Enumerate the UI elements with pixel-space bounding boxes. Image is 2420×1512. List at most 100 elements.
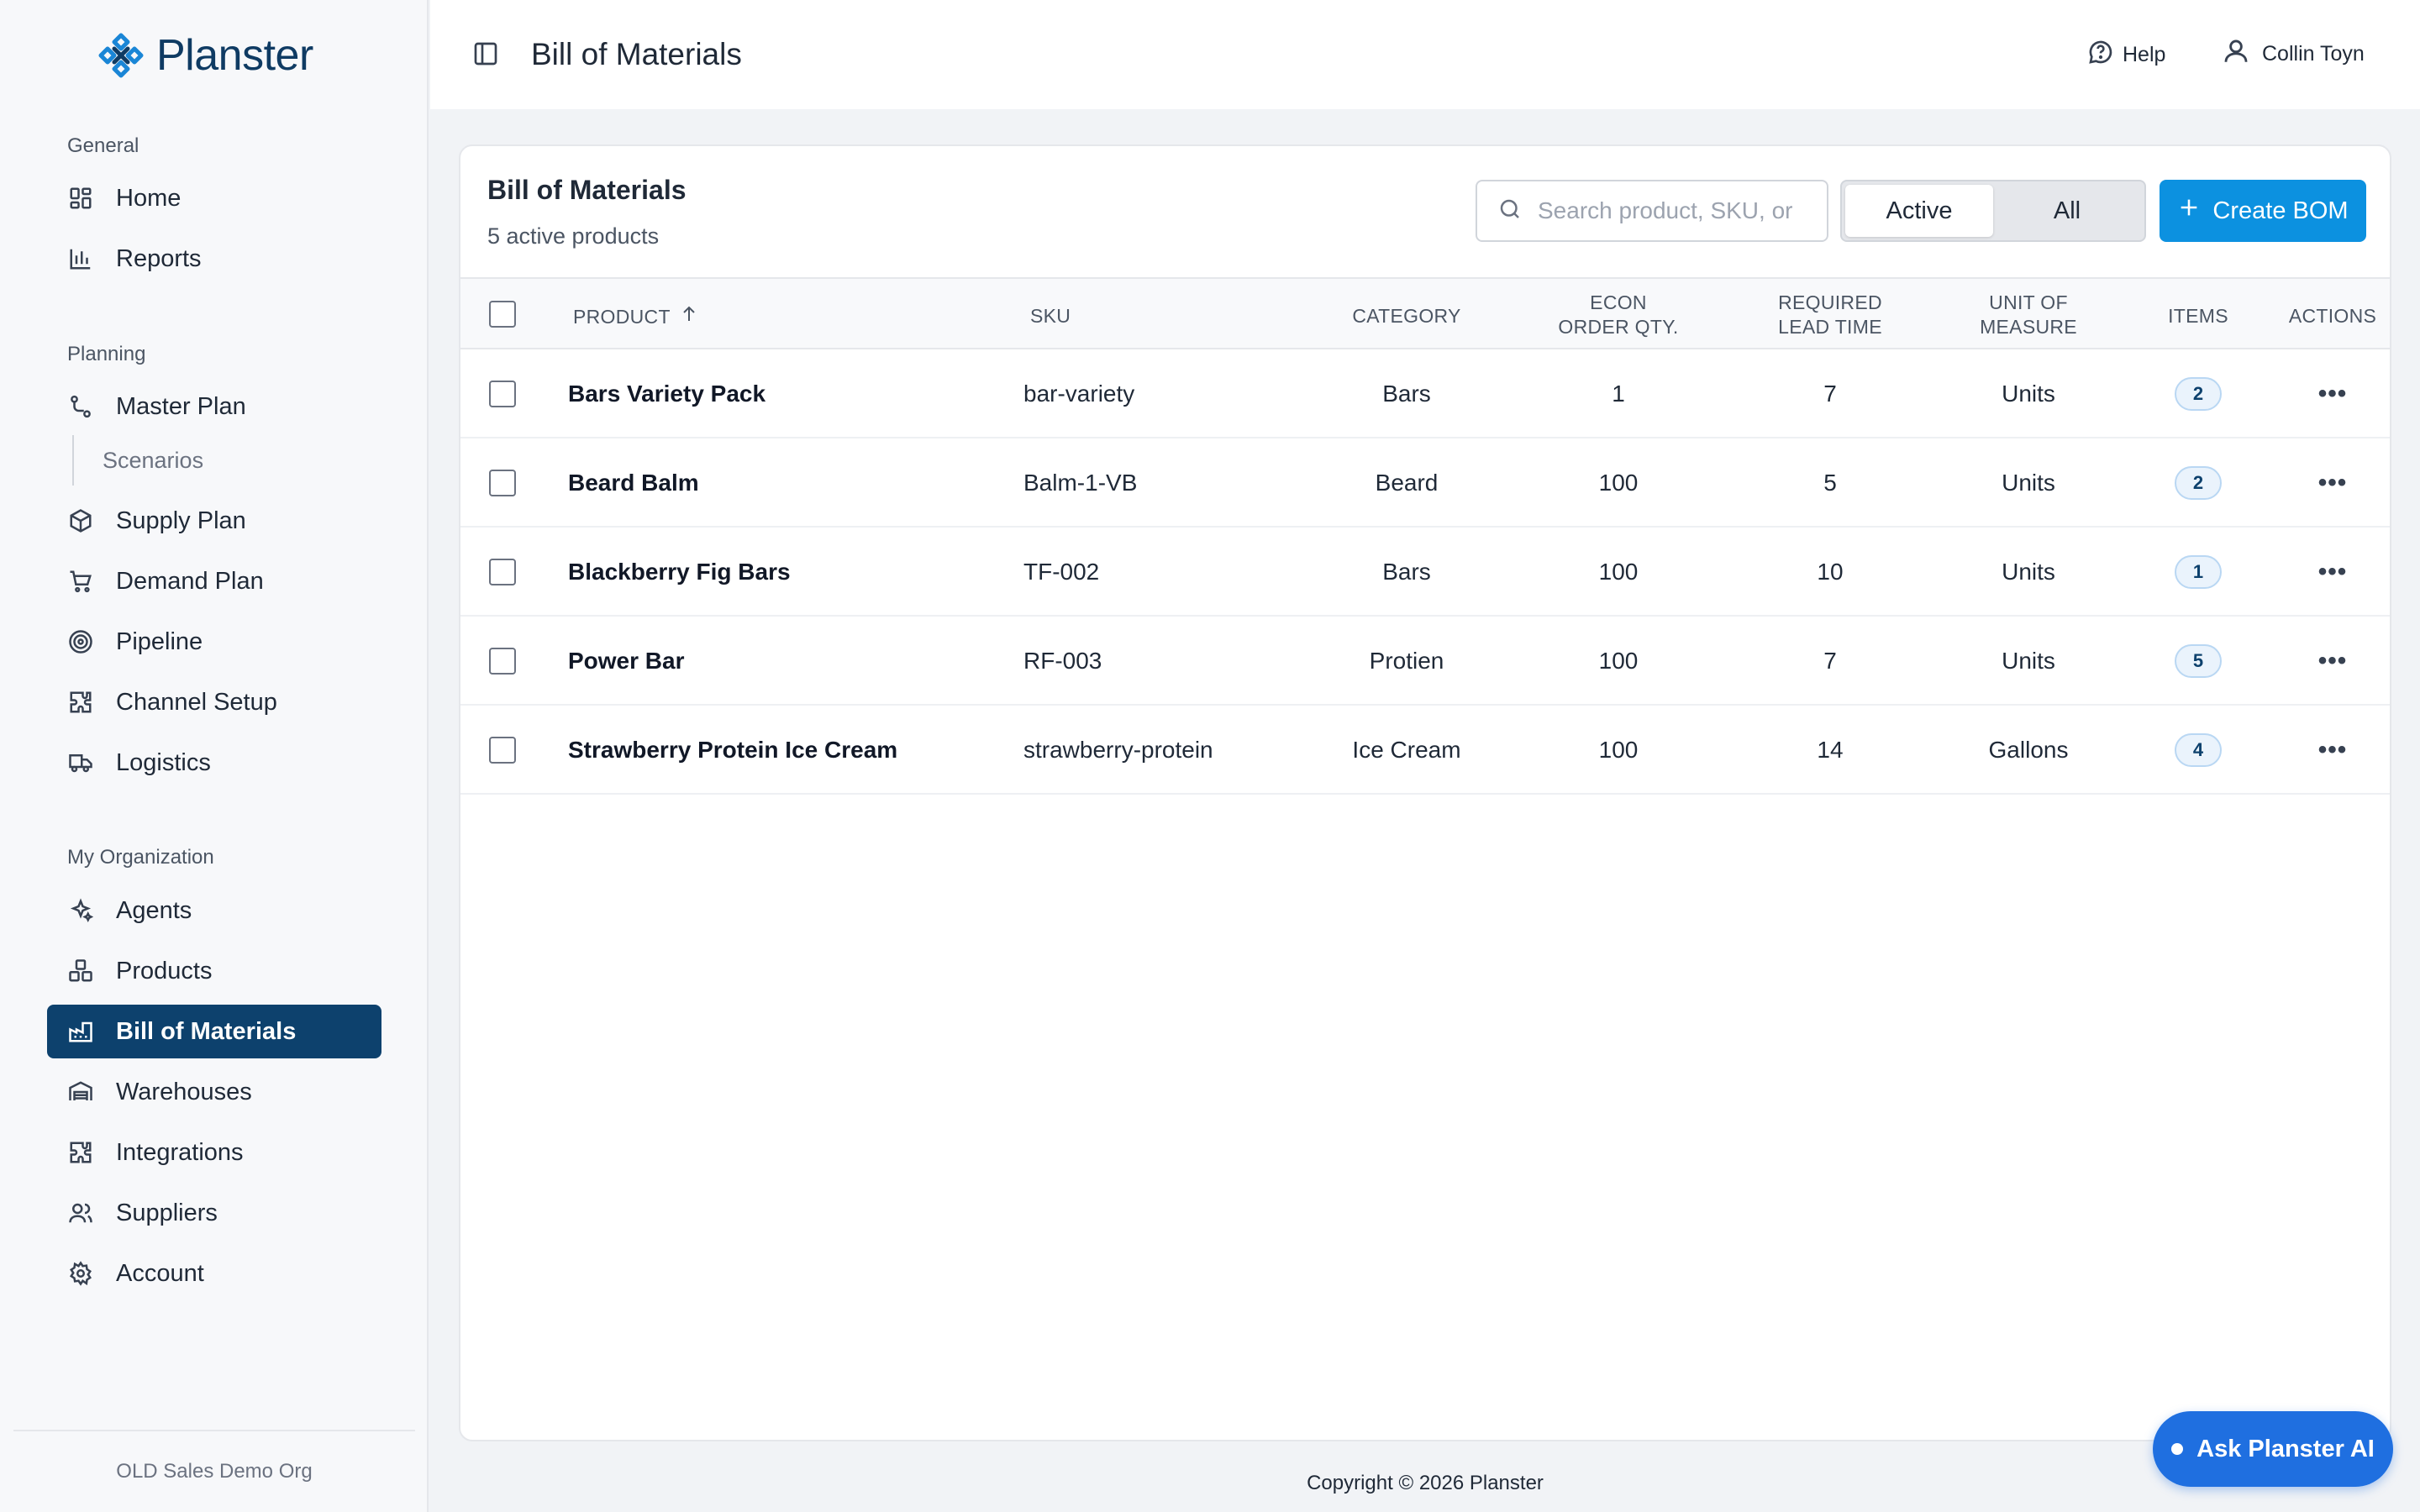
column-header-items: ITEMS [2168,305,2228,327]
create-bom-button[interactable]: Create BOM [2160,180,2366,242]
table-row[interactable]: Strawberry Protein Ice Cream strawberry-… [460,706,2390,795]
page-title: Bill of Materials [531,37,742,71]
sidebar-item-pipeline[interactable]: Pipeline [47,615,381,669]
more-horizontal-icon[interactable]: ••• [2318,469,2348,497]
category: Bars [1382,559,1431,585]
more-horizontal-icon[interactable]: ••• [2318,558,2348,586]
econ-order-qty: 100 [1598,737,1639,763]
product-name[interactable]: Blackberry Fig Bars [568,528,791,617]
column-header-line: MEASURE [1980,316,2077,338]
sidebar-item-agents[interactable]: Agents [47,884,381,937]
more-horizontal-icon[interactable]: ••• [2318,380,2348,408]
app-logo[interactable]: Planster [96,30,313,81]
sidebar-item-account[interactable]: Account [47,1247,381,1300]
filter-active-button[interactable]: Active [1845,185,1993,237]
gear-icon [67,1260,94,1287]
column-header-product[interactable]: PRODUCT [573,304,699,330]
ask-ai-label: Ask Planster AI [2196,1435,2375,1462]
help-label: Help [2123,43,2166,66]
table-row[interactable]: Power Bar RF-003 Protien 100 7 Units 5 •… [460,617,2390,706]
search-input[interactable] [1538,197,1807,224]
lead-time: 14 [1817,737,1844,763]
more-horizontal-icon[interactable]: ••• [2318,736,2348,764]
select-all-checkbox[interactable] [489,301,516,328]
nav-section-my-organization: My Organization [67,846,214,869]
items-count-badge: 2 [2175,466,2222,500]
puzzle-icon [67,689,94,716]
column-header-line: ORDER QTY. [1558,316,1679,338]
sidebar-toggle-icon[interactable] [472,40,501,69]
product-name[interactable]: Strawberry Protein Ice Cream [568,706,897,795]
sidebar-item-demand-plan[interactable]: Demand Plan [47,554,381,608]
sidebar-item-label: Scenarios [103,447,204,473]
column-header-unit-of-measure[interactable]: UNIT OF MEASURE [1980,291,2077,339]
column-header-line: LEAD TIME [1778,316,1882,338]
user-menu-button[interactable]: Collin Toyn [2222,37,2365,71]
organization-name[interactable]: OLD Sales Demo Org [0,1460,429,1483]
card-title: Bill of Materials [487,175,687,205]
app-name: Planster [156,31,313,80]
product-name[interactable]: Beard Balm [568,438,699,528]
sidebar-item-label: Account [116,1259,204,1287]
table-row[interactable]: Bars Variety Pack bar-variety Bars 1 7 U… [460,349,2390,438]
sidebar-item-label: Warehouses [116,1078,252,1105]
sidebar: Planster General Home Reports Planning M… [0,0,429,1512]
factory-icon [67,1018,94,1045]
sidebar-item-channel-setup[interactable]: Channel Setup [47,675,381,729]
items-count-badge: 2 [2175,377,2222,411]
table-row[interactable]: Beard Balm Balm-1-VB Beard 100 5 Units 2… [460,438,2390,528]
top-header: Bill of Materials Help Collin Toyn [430,0,2420,109]
active-products-count: 5 active products [487,223,660,249]
more-horizontal-icon[interactable]: ••• [2318,647,2348,675]
copyright-footer: Copyright © 2026 Planster [1307,1472,1544,1494]
lead-time: 5 [1823,470,1837,496]
filter-all-button[interactable]: All [1993,185,2141,237]
sidebar-item-supply-plan[interactable]: Supply Plan [47,494,381,548]
row-checkbox[interactable] [489,470,516,496]
puzzle-icon [67,1139,94,1166]
items-count-badge: 1 [2175,555,2222,589]
help-button[interactable]: Help [2087,39,2165,71]
sidebar-item-label: Home [116,184,182,212]
table-row[interactable]: Blackberry Fig Bars TF-002 Bars 100 10 U… [460,528,2390,617]
search-box[interactable] [1476,180,1828,242]
sidebar-item-warehouses[interactable]: Warehouses [47,1065,381,1119]
sku: RF-003 [1023,648,1102,674]
sidebar-item-bill-of-materials[interactable]: Bill of Materials [47,1005,381,1058]
column-header-sku[interactable]: SKU [1030,304,1071,328]
column-header-category[interactable]: CATEGORY [1352,304,1460,328]
product-name[interactable]: Power Bar [568,617,685,706]
sidebar-item-logistics[interactable]: Logistics [47,736,381,790]
sidebar-item-integrations[interactable]: Integrations [47,1126,381,1179]
ask-ai-button[interactable]: Ask Planster AI [2153,1411,2393,1487]
product-name[interactable]: Bars Variety Pack [568,349,765,438]
category: Protien [1369,648,1444,674]
row-checkbox[interactable] [489,737,516,764]
sidebar-item-home[interactable]: Home [47,171,381,225]
category: Bars [1382,381,1431,407]
status-dot-icon [2171,1443,2184,1455]
help-circle-icon [2087,39,2114,71]
row-checkbox[interactable] [489,559,516,585]
users-icon [67,1200,94,1226]
sidebar-item-products[interactable]: Products [47,944,381,998]
route-icon [67,393,94,420]
items-count-badge: 4 [2175,733,2222,767]
column-header-required-lead-time[interactable]: REQUIRED LEAD TIME [1778,291,1882,339]
package-icon [67,507,94,534]
column-header-econ-order-qty[interactable]: ECON ORDER QTY. [1558,291,1678,339]
econ-order-qty: 1 [1612,381,1625,407]
row-checkbox[interactable] [489,648,516,675]
sidebar-item-master-plan[interactable]: Master Plan [47,380,381,433]
econ-order-qty: 100 [1598,648,1639,674]
category: Beard [1375,470,1439,496]
nav-section-planning: Planning [67,343,146,365]
sidebar-item-scenarios[interactable]: Scenarios [72,435,203,486]
unit-of-measure: Units [2002,470,2055,496]
sidebar-item-reports[interactable]: Reports [47,232,381,286]
sidebar-item-suppliers[interactable]: Suppliers [47,1186,381,1240]
row-checkbox[interactable] [489,381,516,407]
planster-logo-icon [98,33,144,78]
sidebar-item-label: Bill of Materials [116,1017,297,1045]
truck-icon [67,749,94,776]
